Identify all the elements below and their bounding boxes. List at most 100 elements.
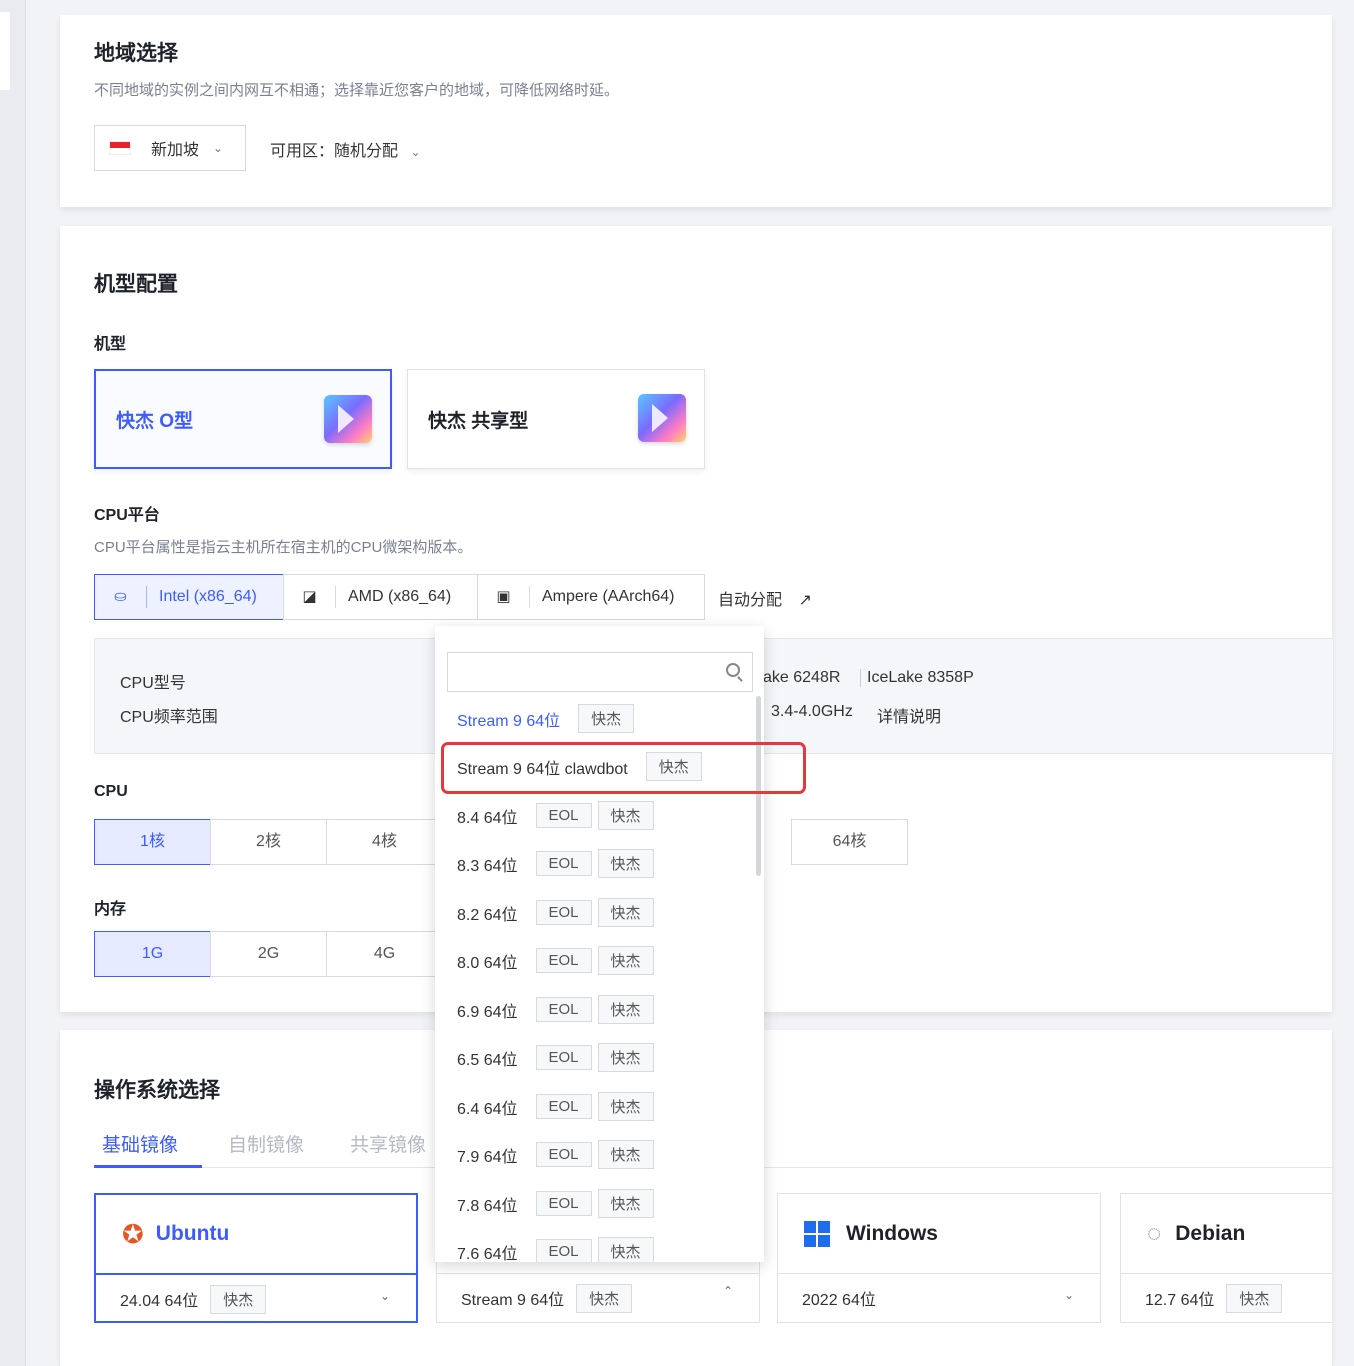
chevron-up-icon: ⌃ [722, 1284, 733, 1298]
dropdown-item-label: 7.6 64位 [457, 1245, 518, 1263]
ubuntu-logo-icon: ✪ [122, 1218, 144, 1249]
dropdown-item[interactable]: 7.8 64位 EOL 快杰 [457, 1189, 654, 1218]
cpu-option-4[interactable]: 4核 [326, 819, 443, 865]
mem-option-2g[interactable]: 2G [210, 931, 327, 977]
os-title: 操作系统选择 [94, 1079, 220, 1102]
region-card: 地域选择 不同地域的实例之间内网互不相通；选择靠近您客户的地域，可降低网络时延。… [60, 15, 1332, 207]
machine-type-o[interactable]: 快杰 O型 [94, 369, 392, 469]
os-card-windows-head: Windows [778, 1194, 1100, 1274]
chevron-down-icon: ⌄ [1063, 1288, 1074, 1302]
machine-title: 机型配置 [94, 273, 178, 296]
machine-type-label: 机型 [94, 336, 127, 353]
dropdown-item[interactable]: 7.9 64位 EOL 快杰 [457, 1140, 654, 1169]
tab-base-image[interactable]: 基础镜像 [102, 1130, 178, 1157]
platform-amd[interactable]: ◪ AMD (x86_64) [283, 574, 478, 620]
auto-assign-link[interactable]: 自动分配 ↗ [718, 586, 812, 610]
dropdown-item-tag: 快杰 [597, 995, 654, 1024]
machine-type-o-label: 快杰 O型 [116, 410, 194, 432]
tab-shared-image[interactable]: 共享镜像 [350, 1130, 426, 1157]
detail-link[interactable]: 详情说明 [877, 703, 941, 727]
os-version-centos: Stream 9 64位 [461, 1292, 565, 1309]
os-version-debian: 12.7 64位 [1145, 1292, 1215, 1309]
chevron-down-icon: ⌄ [410, 145, 421, 159]
platform-ampere-label: Ampere (AArch64) [542, 588, 675, 605]
platform-intel-label: Intel (x86_64) [159, 588, 257, 605]
dropdown-item-tag: EOL [535, 997, 592, 1022]
mem-option-1g[interactable]: 1G [94, 931, 211, 977]
os-version-windows: 2022 64位 [802, 1292, 876, 1309]
region-title: 地域选择 [94, 42, 178, 65]
machine-type-shared[interactable]: 快杰 共享型 [407, 369, 705, 469]
auto-assign-label: 自动分配 [718, 592, 783, 609]
memory-label: 内存 [94, 901, 127, 918]
dropdown-item-label: 6.4 64位 [457, 1100, 518, 1118]
singapore-flag-icon [109, 141, 131, 155]
kuaijie-logo-icon [324, 395, 372, 443]
cpu-option-1[interactable]: 1核 [94, 819, 211, 865]
dropdown-search-input[interactable] [448, 653, 718, 691]
dropdown-item-tag: EOL [535, 1191, 592, 1216]
dropdown-item-tag: 快杰 [578, 704, 635, 733]
dropdown-item[interactable]: 6.9 64位 EOL 快杰 [457, 995, 654, 1024]
dropdown-item-tag: 快杰 [597, 1092, 654, 1121]
platform-ampere[interactable]: ▣ Ampere (AArch64) [477, 574, 705, 620]
os-version-select-centos[interactable]: Stream 9 64位 快杰 ⌃ [437, 1274, 759, 1322]
os-version-select-debian[interactable]: 12.7 64位 快杰 [1121, 1274, 1332, 1322]
tab-custom-image[interactable]: 自制镜像 [228, 1130, 304, 1157]
dropdown-item-tag: EOL [535, 900, 592, 925]
dropdown-search[interactable] [447, 652, 753, 692]
os-version-ubuntu: 24.04 64位 [120, 1293, 199, 1310]
search-icon [726, 663, 740, 677]
cpu-label: CPU [94, 783, 128, 800]
windows-logo-icon [804, 1220, 830, 1247]
zone-select[interactable]: 可用区：随机分配 ⌄ [270, 137, 421, 161]
os-tag-centos: 快杰 [576, 1283, 633, 1313]
dropdown-item[interactable]: 7.6 64位 EOL 快杰 [457, 1237, 654, 1262]
os-version-dropdown[interactable]: Stream 9 64位 快杰 Stream 9 64位 clawdbot 快杰… [435, 626, 764, 1262]
os-card-debian[interactable]: ◌ Debian 12.7 64位 快杰 [1120, 1193, 1332, 1323]
dropdown-item-tag: EOL [535, 948, 592, 973]
rail-tab[interactable] [0, 12, 10, 90]
dropdown-item[interactable]: Stream 9 64位 快杰 [457, 704, 635, 733]
cpu-freq-value: 3.4-4.0GHz [771, 703, 853, 720]
dropdown-item-label: 8.4 64位 [457, 809, 518, 827]
dropdown-item[interactable]: 8.3 64位 EOL 快杰 [457, 849, 654, 878]
region-select[interactable]: 新加坡 ⌄ [94, 125, 246, 171]
os-card-debian-head: ◌ Debian [1121, 1194, 1332, 1274]
dropdown-item-label: 6.9 64位 [457, 1003, 518, 1021]
os-tag-debian: 快杰 [1226, 1283, 1283, 1313]
dropdown-item[interactable]: 6.5 64位 EOL 快杰 [457, 1043, 654, 1072]
os-version-select-ubuntu[interactable]: 24.04 64位 快杰 ⌄ [96, 1275, 416, 1323]
cpu-model-value-2: IceLake 8358P [860, 669, 974, 687]
machine-type-shared-label: 快杰 共享型 [428, 410, 529, 432]
zone-label: 可用区：随机分配 [270, 143, 399, 160]
dropdown-item-label: 6.5 64位 [457, 1051, 518, 1069]
platform-intel[interactable]: ⛀ Intel (x86_64) [94, 574, 284, 620]
os-card-windows[interactable]: Windows 2022 64位 ⌄ [777, 1193, 1101, 1323]
dropdown-item[interactable]: 8.4 64位 EOL 快杰 [457, 801, 654, 830]
dropdown-item-tag: 快杰 [597, 849, 654, 878]
highlight-box [441, 742, 806, 794]
dropdown-item-tag: EOL [535, 1142, 592, 1167]
dropdown-item-tag: 快杰 [597, 1237, 654, 1262]
os-version-select-windows[interactable]: 2022 64位 ⌄ [778, 1274, 1100, 1322]
dropdown-item[interactable]: 8.2 64位 EOL 快杰 [457, 898, 654, 927]
os-tag-ubuntu: 快杰 [210, 1284, 267, 1314]
kuaijie-logo-icon [638, 394, 686, 442]
cpu-platform-label: CPU平台 [94, 507, 160, 524]
intel-chip-icon: ⛀ [95, 586, 147, 608]
dropdown-item-tag: EOL [535, 803, 592, 828]
cpu-option-2[interactable]: 2核 [210, 819, 327, 865]
os-card-ubuntu-head: ✪ Ubuntu [96, 1195, 416, 1275]
dropdown-item-tag: 快杰 [597, 1043, 654, 1072]
tab-active-indicator [94, 1165, 202, 1168]
dropdown-item-tag: EOL [535, 1045, 592, 1070]
cpu-option-64[interactable]: 64核 [791, 819, 908, 865]
mem-option-4g[interactable]: 4G [326, 931, 443, 977]
dropdown-item[interactable]: 6.4 64位 EOL 快杰 [457, 1092, 654, 1121]
chevron-down-icon: ⌄ [213, 141, 224, 155]
os-card-ubuntu[interactable]: ✪ Ubuntu 24.04 64位 快杰 ⌄ [94, 1193, 418, 1323]
dropdown-item-label: Stream 9 64位 [457, 712, 561, 730]
platform-amd-label: AMD (x86_64) [348, 588, 452, 605]
dropdown-item[interactable]: 8.0 64位 EOL 快杰 [457, 946, 654, 975]
